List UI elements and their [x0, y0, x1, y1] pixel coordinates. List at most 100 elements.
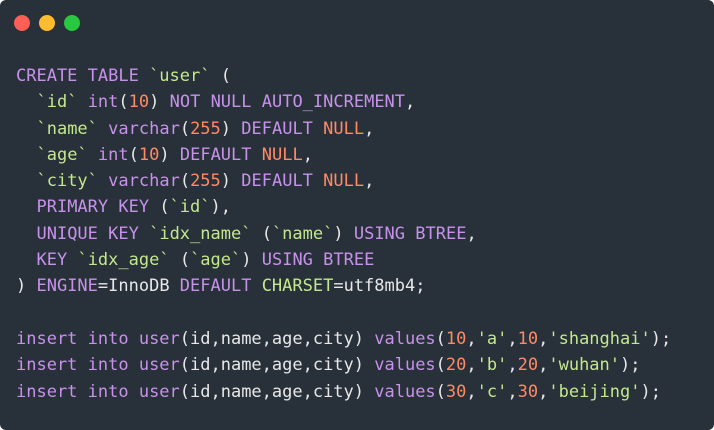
code-token: user: [138, 381, 180, 402]
code-token: int: [97, 144, 129, 165]
code-token: DEFAULT: [241, 171, 324, 192]
code-token: `city`: [36, 171, 98, 192]
code-token: (: [169, 250, 191, 271]
code-token: (: [435, 381, 446, 402]
code-token: `age`: [36, 144, 88, 165]
code-token: `name`: [271, 223, 334, 244]
code-token: ): [220, 118, 242, 139]
code-token: varchar: [108, 118, 180, 139]
code-token: (: [251, 223, 272, 244]
code-line: `name` varchar(255) DEFAULT NULL,: [16, 116, 671, 142]
code-token: DEFAULT: [179, 276, 262, 297]
code-token: `user`: [149, 66, 211, 86]
code-token: user: [138, 355, 180, 376]
code-token: ,: [302, 144, 313, 165]
code-token: 20: [445, 355, 467, 376]
code-token: );: [620, 355, 641, 376]
code-token: USING BTREE: [353, 223, 467, 244]
code-token: 'b': [476, 355, 508, 376]
code-token: 255: [190, 118, 221, 139]
code-token: NULL: [323, 171, 365, 192]
code-token: 'wuhan': [548, 355, 621, 376]
code-token: (: [435, 355, 446, 376]
code-line: KEY `idx_age` (`age`) USING BTREE: [16, 247, 671, 273]
code-line: insert into user(id,name,age,city) value…: [16, 326, 671, 352]
zoom-dot[interactable]: [64, 15, 80, 31]
code-token: ,: [538, 355, 549, 376]
code-line: `city` varchar(255) DEFAULT NULL,: [16, 168, 671, 194]
code-token: ): [241, 250, 262, 271]
code-token: 10: [517, 328, 539, 349]
code-token: ): [16, 276, 37, 297]
code-token: ,: [466, 223, 477, 244]
code-token: (: [179, 171, 191, 192]
code-token: CREATE TABLE: [16, 66, 150, 86]
code-token: 30: [517, 381, 539, 402]
code-token: ,: [507, 355, 518, 376]
code-token: KEY: [36, 250, 68, 271]
code-token: PRIMARY KEY: [36, 197, 150, 218]
code-token: ENGINE: [36, 276, 98, 297]
code-token: NULL: [261, 144, 303, 165]
code-token: (: [118, 92, 129, 113]
code-token: 'c': [476, 381, 508, 402]
code-token: 10: [445, 328, 467, 349]
code-token: );: [650, 328, 672, 349]
code-token: insert into: [16, 355, 139, 376]
code-token: 20: [517, 355, 539, 376]
code-token: );: [640, 381, 661, 402]
code-line: ) ENGINE=InnoDB DEFAULT CHARSET=utf8mb4;: [16, 273, 671, 299]
code-token: ,: [364, 171, 375, 192]
code-token: (: [149, 197, 170, 218]
code-token: insert into: [16, 381, 139, 402]
code-token: ,: [538, 328, 549, 349]
code-token: ,: [364, 118, 375, 139]
code-token: UNIQUE KEY: [36, 223, 139, 244]
code-window: CREATE TABLE `user` ( `id` int(10) NOT N…: [0, 0, 714, 430]
code-token: values: [374, 355, 436, 376]
code-token: ,: [507, 328, 518, 349]
code-token: values: [374, 328, 436, 349]
code-token: 'shanghai': [548, 328, 651, 349]
code-token: ,: [538, 381, 549, 402]
code-token: ,: [507, 381, 518, 402]
code-token: `id`: [169, 197, 211, 218]
code-token: 30: [445, 381, 467, 402]
code-token: CHARSET: [261, 276, 334, 297]
code-token: `name`: [36, 118, 98, 139]
code-token: USING BTREE: [261, 250, 375, 271]
code-token: ): [333, 223, 354, 244]
minimize-dot[interactable]: [39, 15, 55, 31]
code-token: 10: [128, 92, 150, 113]
code-line: insert into user(id,name,age,city) value…: [16, 352, 671, 378]
code-token: NOT NULL AUTO_INCREMENT: [169, 92, 406, 113]
code-line: PRIMARY KEY (`id`),: [16, 194, 671, 220]
code-token: (id,name,age,city): [179, 381, 375, 402]
code-token: NULL: [323, 118, 365, 139]
code-token: (id,name,age,city): [179, 328, 375, 349]
close-dot[interactable]: [14, 15, 30, 31]
code-token: ): [149, 92, 170, 113]
code-line: `id` int(10) NOT NULL AUTO_INCREMENT,: [16, 89, 671, 115]
code-token: values: [374, 381, 436, 402]
code-line: insert into user(id,name,age,city) value…: [16, 379, 671, 405]
code-token: DEFAULT: [241, 118, 324, 139]
code-line: `age` int(10) DEFAULT NULL,: [16, 142, 671, 168]
code-token: 'beijing': [548, 381, 641, 402]
code-token: (: [179, 118, 191, 139]
code-token: 'a': [476, 328, 508, 349]
code-token: insert into: [16, 328, 139, 349]
code-token: `id`: [36, 92, 78, 113]
code-block: CREATE TABLE `user` ( `id` int(10) NOT N…: [16, 63, 671, 405]
